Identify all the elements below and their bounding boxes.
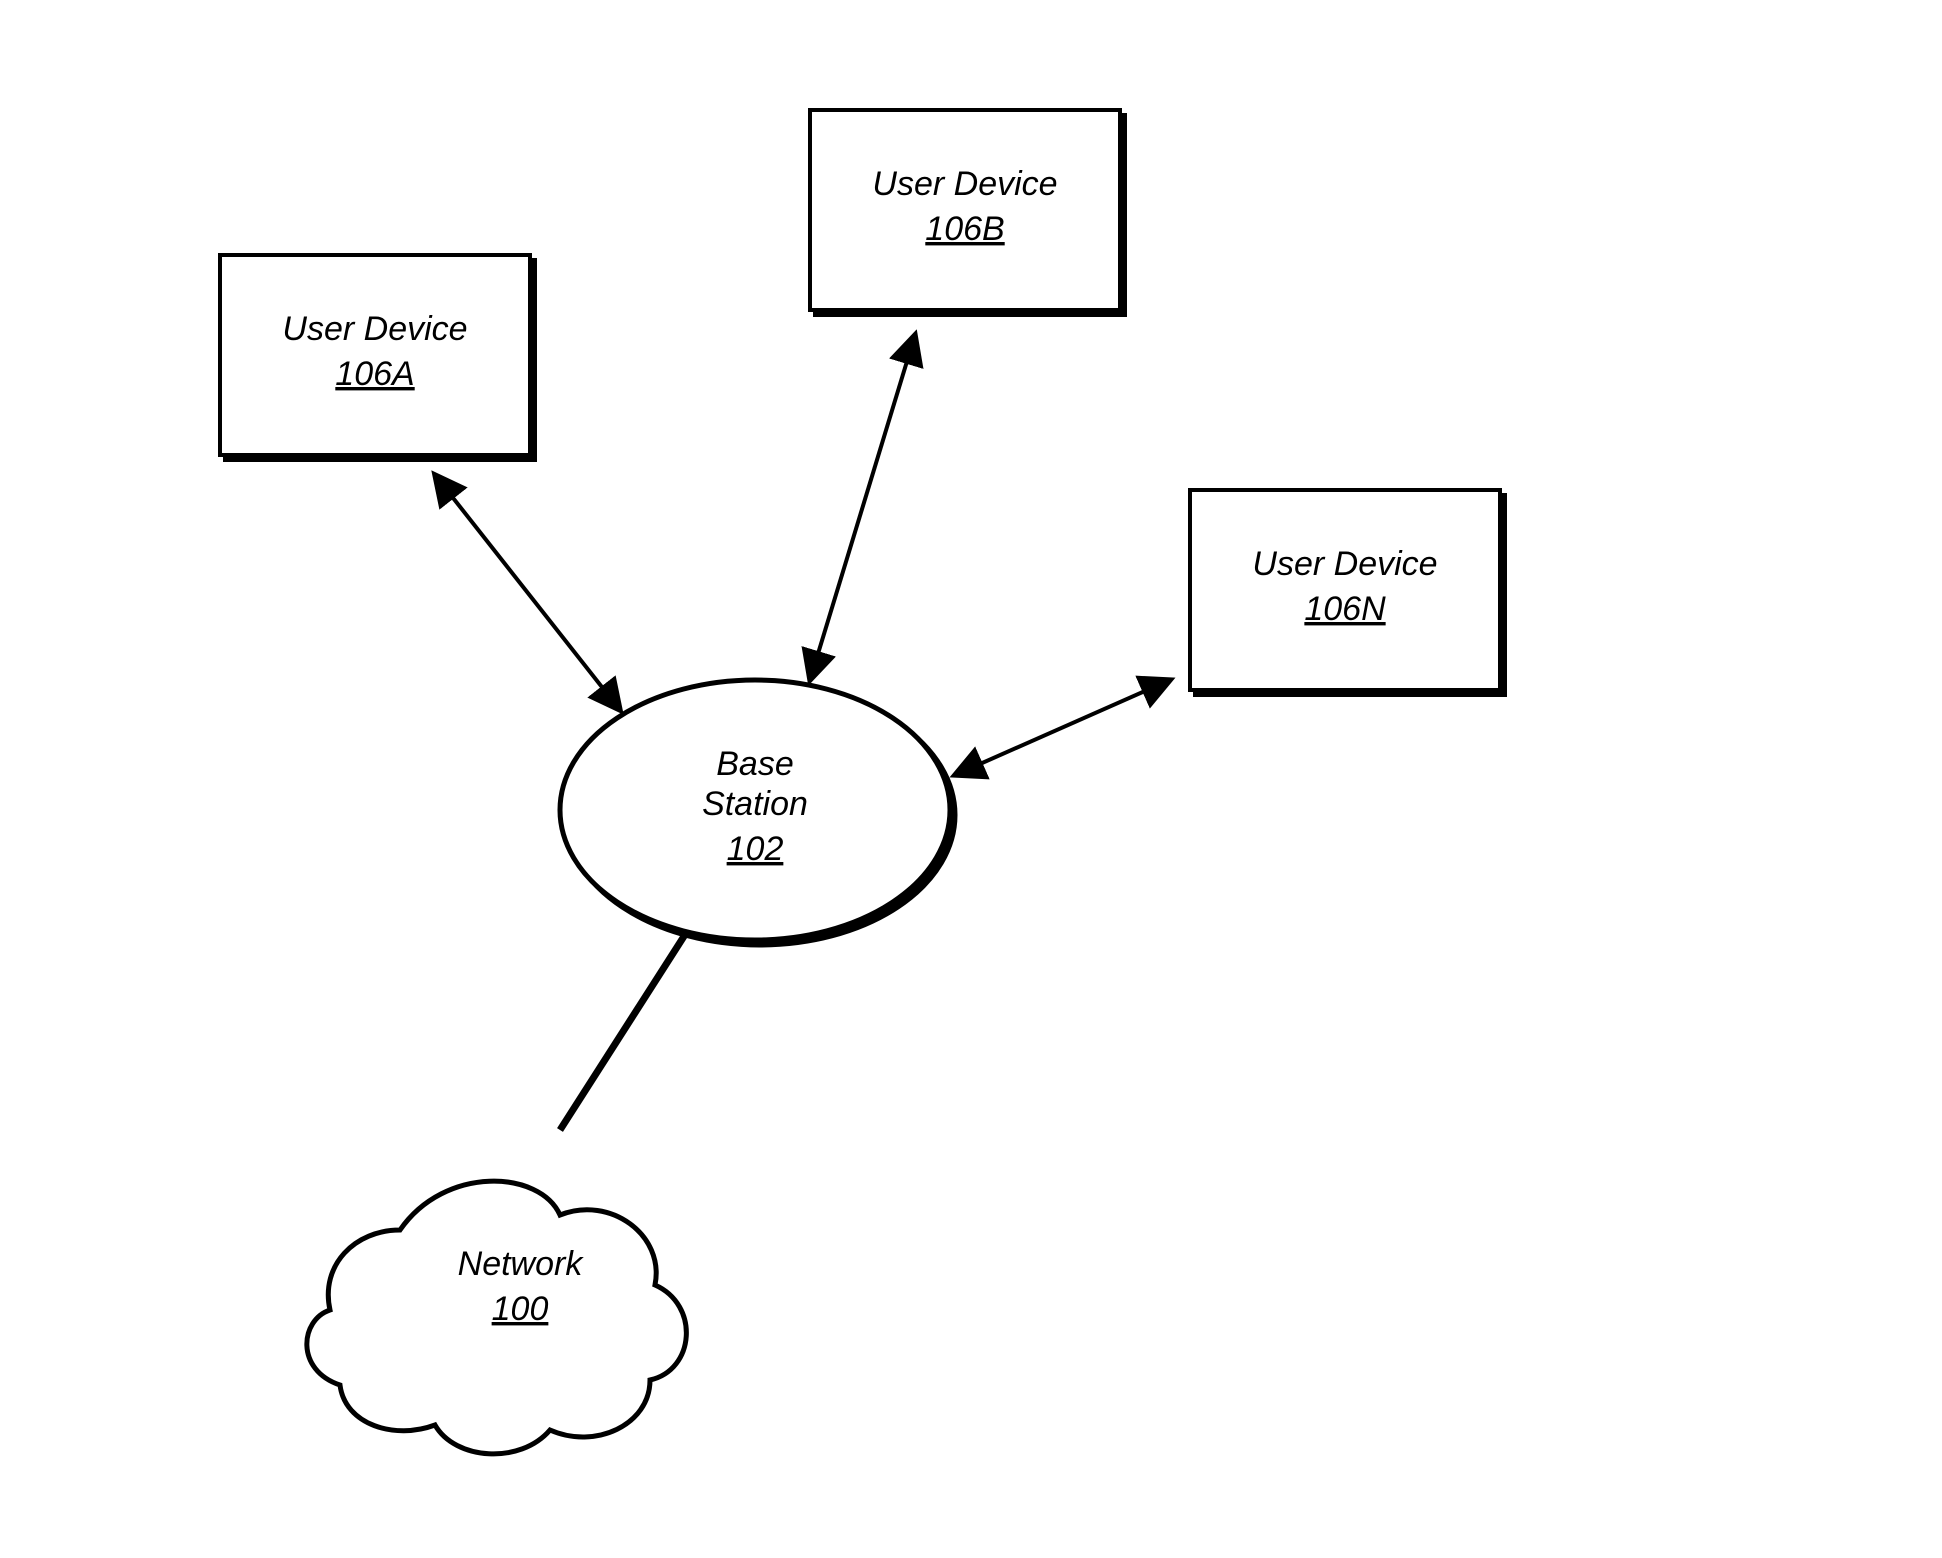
- base-station-label1: Base: [716, 745, 794, 783]
- device-b-ref: 106B: [925, 210, 1004, 248]
- device-a-ref: 106A: [335, 355, 414, 393]
- network-ref: 100: [492, 1290, 549, 1328]
- edge-bs-device-n: [955, 680, 1170, 775]
- edge-bs-network: [560, 930, 688, 1130]
- base-station-ref: 102: [727, 830, 784, 868]
- diagram-canvas: User Device 106A User Device 106B User D…: [0, 0, 1942, 1558]
- base-station-label2: Station: [702, 785, 808, 823]
- device-n-ref: 106N: [1304, 590, 1386, 628]
- edge-bs-device-b: [810, 335, 915, 680]
- device-a-label: User Device: [282, 310, 467, 348]
- edge-bs-device-a: [435, 475, 620, 710]
- device-b-label: User Device: [872, 165, 1057, 203]
- network-label: Network: [458, 1245, 585, 1283]
- device-n-label: User Device: [1252, 545, 1437, 583]
